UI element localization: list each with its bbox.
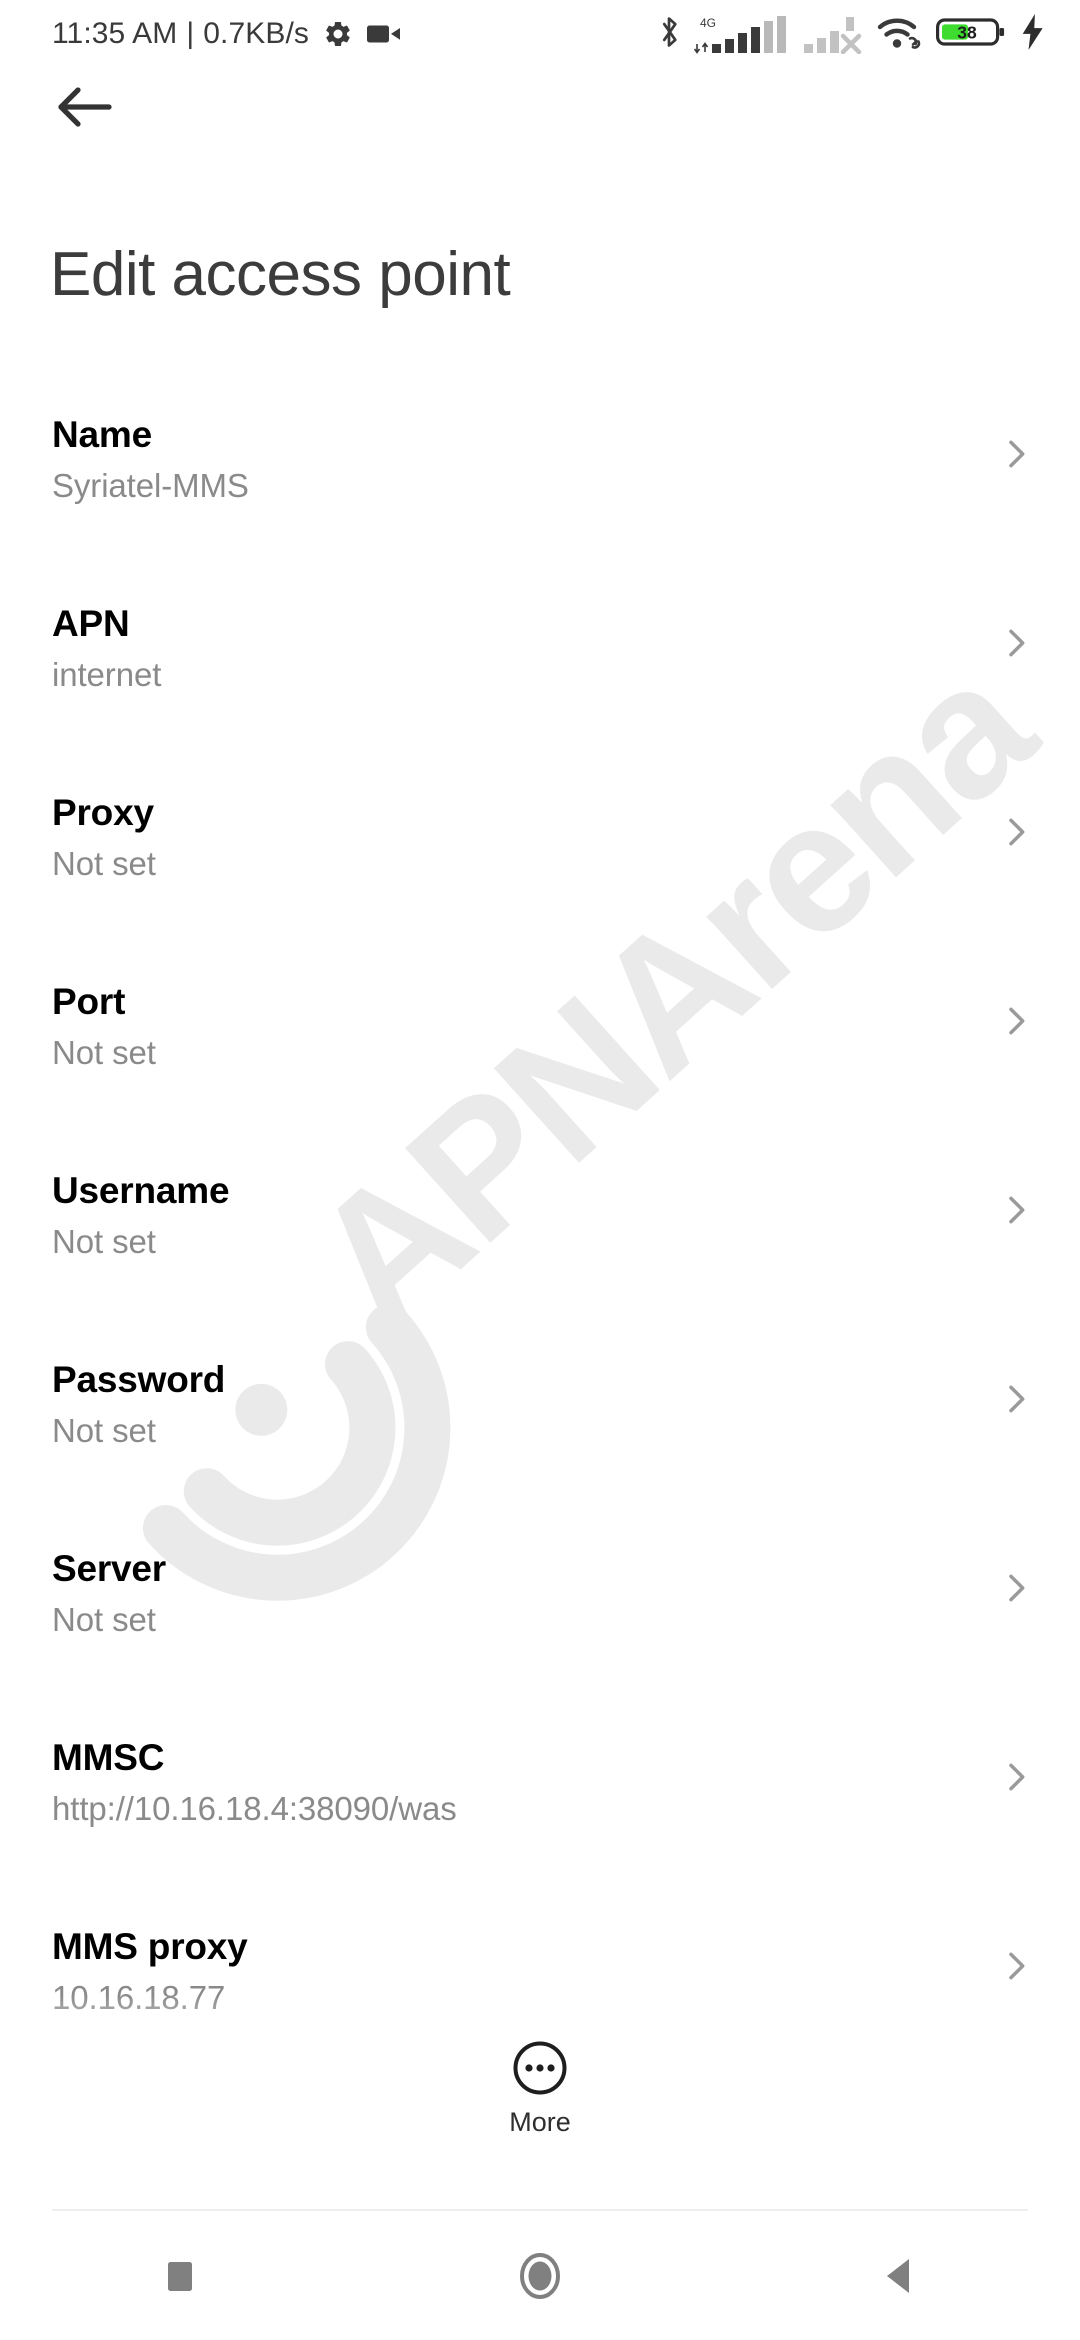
more-button-label: More: [509, 2107, 571, 2137]
chevron-right-icon: [1009, 629, 1025, 657]
back-nav-button[interactable]: [720, 2212, 1080, 2340]
list-item-username[interactable]: Username Not set: [0, 1146, 1080, 1335]
network-speed: 0.7KB/s: [203, 17, 309, 50]
field-value: Not set: [52, 1034, 156, 1071]
status-time: 11:35 AM: [52, 17, 178, 50]
chevron-right-icon: [1009, 1952, 1025, 1980]
field-value: http://10.16.18.4:38090/was: [52, 1790, 457, 1827]
list-item-proxy[interactable]: Proxy Not set: [0, 768, 1080, 957]
field-value: Not set: [52, 845, 156, 882]
battery-percent-text: 38: [957, 22, 977, 42]
chevron-right-icon: [1009, 1763, 1025, 1791]
field-label: Port: [52, 981, 126, 1022]
triangle-back-icon: [887, 2259, 909, 2293]
field-value: Not set: [52, 1223, 156, 1260]
field-label: APN: [52, 603, 130, 644]
field-label: MMSC: [52, 1737, 165, 1778]
access-point-field-list: Name Syriatel-MMS APN internet Proxy Not…: [0, 390, 1080, 2091]
system-navigation-bar: [0, 2212, 1080, 2340]
field-label: Proxy: [52, 792, 154, 833]
chevron-right-icon: [1009, 818, 1025, 846]
home-button[interactable]: [360, 2212, 720, 2340]
phone-screen: APNArena 11:35 AM | 0.7KB/s 4G 38 Edit a…: [0, 0, 1080, 2340]
chevron-right-icon: [1009, 1196, 1025, 1224]
field-label: MMS proxy: [52, 1926, 248, 1967]
status-bar: 11:35 AM | 0.7KB/s 4G 38: [0, 0, 1080, 68]
signal-sim2-off-icon: [802, 14, 864, 54]
svg-text:4G: 4G: [700, 16, 716, 30]
chevron-right-icon: [1009, 1574, 1025, 1602]
chevron-right-icon: [1009, 1385, 1025, 1413]
list-item-password[interactable]: Password Not set: [0, 1335, 1080, 1524]
list-item-port[interactable]: Port Not set: [0, 957, 1080, 1146]
list-item-apn[interactable]: APN internet: [0, 579, 1080, 768]
list-item-mmsc[interactable]: MMSC http://10.16.18.4:38090/was: [0, 1713, 1080, 1902]
signal-4g-icon: 4G: [694, 14, 790, 54]
page-title: Edit access point: [50, 240, 511, 309]
wifi-icon: [876, 13, 924, 56]
status-bar-left: 11:35 AM | 0.7KB/s: [52, 17, 401, 51]
video-recording-icon: [367, 21, 401, 47]
field-value: Not set: [52, 1412, 156, 1449]
nav-bar-divider: [52, 2209, 1028, 2211]
arrow-left-icon: [58, 87, 112, 127]
field-label: Name: [52, 414, 152, 455]
field-label: Username: [52, 1170, 230, 1211]
circle-home-icon: [520, 2253, 560, 2299]
charging-bolt-icon: [1020, 13, 1046, 55]
battery-icon: 38: [936, 13, 1008, 56]
list-item-name[interactable]: Name Syriatel-MMS: [0, 390, 1080, 579]
list-item-server[interactable]: Server Not set: [0, 1524, 1080, 1713]
square-recents-icon: [168, 2262, 192, 2291]
more-circle-icon: [513, 2041, 567, 2095]
gear-icon: [323, 19, 353, 49]
status-bar-right: 4G 38: [656, 13, 1046, 56]
recents-button[interactable]: [0, 2212, 360, 2340]
status-separator: |: [186, 17, 195, 50]
more-button[interactable]: More: [0, 2040, 1080, 2138]
field-label: Server: [52, 1548, 167, 1589]
field-value: internet: [52, 656, 162, 693]
bluetooth-icon: [656, 13, 682, 56]
field-value: Syriatel-MMS: [52, 467, 249, 504]
chevron-right-icon: [1009, 440, 1025, 468]
field-value: Not set: [52, 1601, 156, 1638]
field-label: Password: [52, 1359, 226, 1400]
back-button[interactable]: [46, 76, 124, 138]
chevron-right-icon: [1009, 1007, 1025, 1035]
